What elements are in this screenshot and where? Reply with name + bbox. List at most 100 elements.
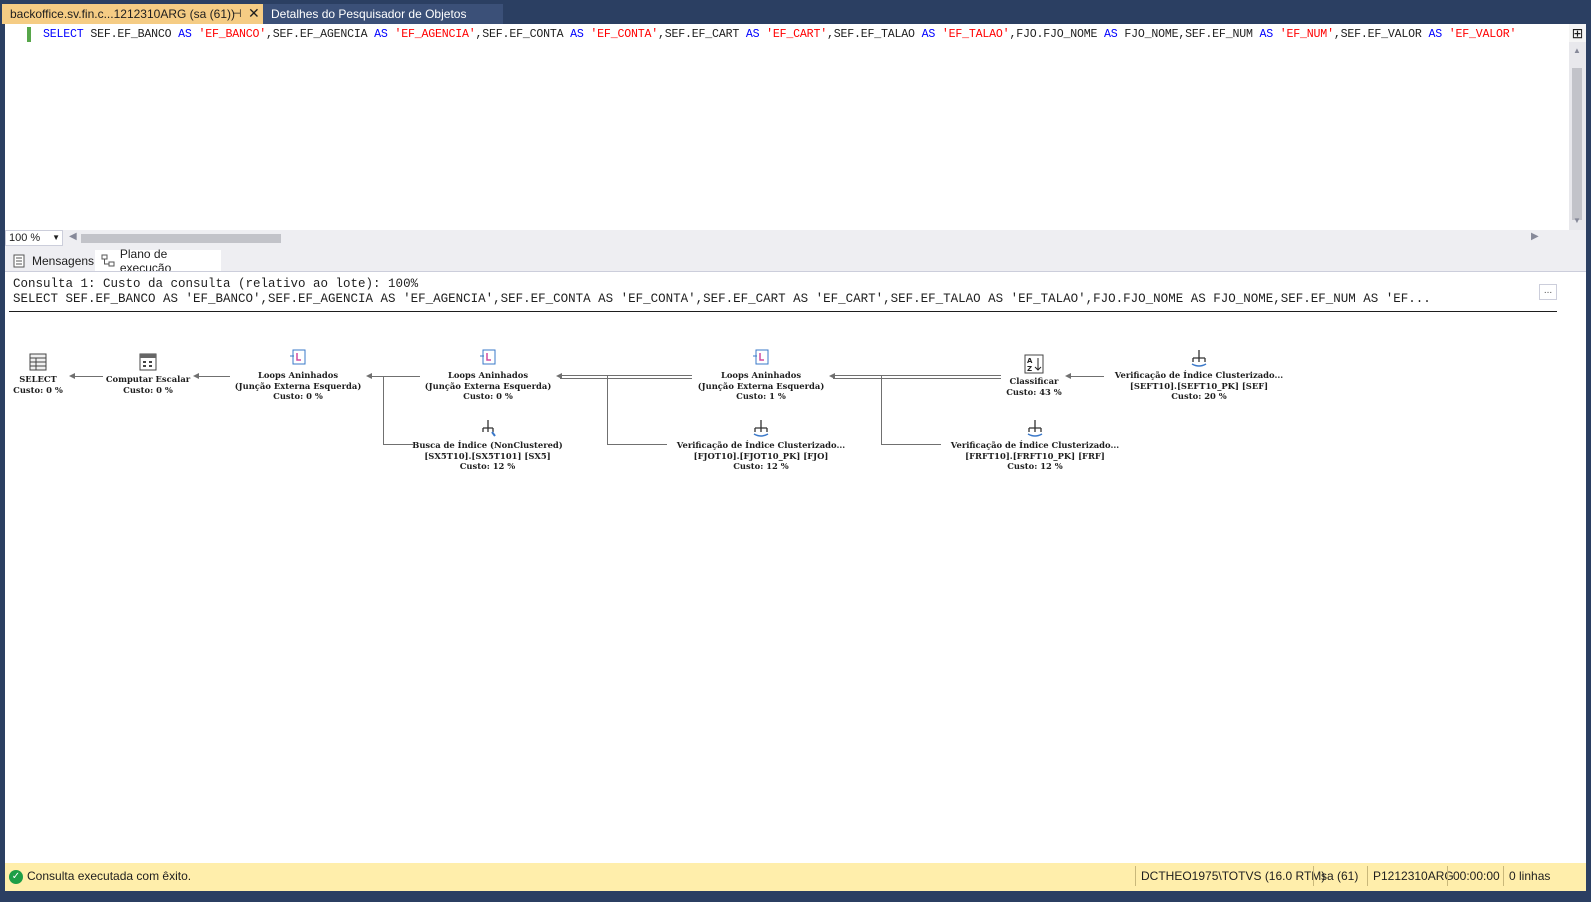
scroll-up-icon[interactable]: ▲ [1573, 46, 1581, 55]
plan-node-nested-loops-2[interactable]: Loops Aninhados (Junção Externa Esquerda… [420, 348, 556, 402]
node-cost: Custo: 43 % [1006, 386, 1062, 397]
plan-node-select[interactable]: SELECT Custo: 0 % [8, 352, 68, 395]
plan-edge [607, 444, 667, 445]
node-cost: Custo: 1 % [736, 391, 786, 401]
sql-token: AS [921, 28, 942, 41]
node-object: [FRFT10].[FRFT10_PK] [FRF] [965, 450, 1105, 461]
sql-token: 'EF_CONTA' [590, 28, 658, 41]
sql-token: 'EF_BANCO' [198, 28, 267, 41]
horizontal-scrollbar-thumb[interactable] [81, 234, 281, 243]
close-icon[interactable]: ✕ [248, 5, 260, 22]
arrow-icon [366, 373, 372, 379]
success-check-icon: ✓ [9, 870, 23, 884]
tab-object-explorer-details[interactable]: Detalhes do Pesquisador de Objetos [263, 4, 503, 24]
sort-icon: A Z [1024, 354, 1044, 374]
scroll-left-icon[interactable]: ◀ [69, 231, 77, 242]
sql-token: AS [745, 28, 767, 41]
plan-node-clustered-index-scan-sef[interactable]: Verificação de Índice Clusterizado... [S… [1105, 348, 1293, 402]
node-object: [FJOT10].[FJOT10_PK] [FJO] [693, 450, 829, 461]
sql-query-line[interactable]: SELECT SEF.EF_BANCO AS 'EF_BANCO',SEF.EF… [43, 27, 1516, 42]
status-bar: ✓ Consulta executada com êxito. DCTHEO19… [5, 863, 1586, 891]
nested-loops-icon [290, 349, 306, 365]
sql-token: 'EF_CART' [766, 28, 827, 41]
node-label: Loops Aninhados [447, 370, 529, 380]
plan-edge [833, 378, 1001, 379]
tab-query-editor[interactable]: backoffice.sv.fin.c...1212310ARG (sa (61… [2, 4, 263, 24]
status-divider [1503, 866, 1504, 886]
show-full-query-button[interactable]: ... [1539, 284, 1557, 300]
document-tab-strip: backoffice.sv.fin.c...1212310ARG (sa (61… [0, 0, 1591, 24]
tab-label: Mensagens [32, 253, 95, 268]
node-cost: Custo: 0 % [123, 384, 173, 395]
pin-icon[interactable]: ⊣ [232, 7, 242, 20]
select-icon [29, 353, 47, 371]
plan-node-nested-loops-3[interactable]: Loops Aninhados (Junção Externa Esquerda… [693, 348, 829, 402]
arrow-icon [69, 373, 75, 379]
sql-token: 'EF_TALAO' [941, 28, 1010, 41]
split-editor-icon[interactable]: ⊞ [1569, 24, 1586, 42]
status-divider [1313, 866, 1314, 886]
node-label: Computar Escalar [105, 374, 191, 384]
node-cost: Custo: 12 % [1007, 461, 1063, 471]
sql-token: ,SEF.EF_VALOR [1333, 28, 1429, 41]
query-cost-header: Consulta 1: Custo da consulta (relativo … [13, 277, 419, 291]
node-label: SELECT [19, 374, 57, 384]
tab-messages[interactable]: Mensagens [7, 250, 95, 271]
status-divider [1367, 866, 1368, 886]
status-elapsed: 00:00:00 [1453, 869, 1500, 883]
sql-token: AS [1104, 28, 1125, 41]
zoom-select[interactable]: 100 % ▼ [5, 230, 63, 246]
status-divider [1447, 866, 1448, 886]
node-sublabel: (Junção Externa Esquerda) [234, 380, 362, 391]
plan-edge [73, 376, 103, 377]
plan-edge [383, 376, 384, 444]
sql-token: AS [178, 28, 199, 41]
header-divider [9, 311, 1557, 312]
plan-node-clustered-index-scan-fjo[interactable]: Verificação de Índice Clusterizado... [F… [667, 418, 855, 472]
node-cost: Custo: 20 % [1171, 391, 1227, 401]
arrow-icon [829, 373, 835, 379]
sql-editor[interactable]: SELECT SEF.EF_BANCO AS 'EF_BANCO',SEF.EF… [5, 24, 1586, 230]
sql-token: ,SEF.EF_TALAO [826, 28, 922, 41]
node-label: Classificar [1009, 376, 1059, 386]
plan-edge [881, 444, 941, 445]
sql-token: 'EF_VALOR' [1448, 28, 1517, 41]
sql-token: ,FJO.FJO_NOME [1009, 28, 1105, 41]
scroll-right-icon[interactable]: ▶ [1531, 231, 1539, 242]
sql-token: AS [374, 28, 395, 41]
tab-execution-plan[interactable]: Plano de execução [95, 247, 221, 275]
sql-token: ,SEF.EF_AGENCIA [266, 28, 375, 41]
compute-scalar-icon [139, 353, 157, 371]
plan-edge [370, 376, 420, 377]
node-label: Busca de Índice (NonClustered) [412, 440, 563, 450]
plan-node-compute-scalar[interactable]: Computar Escalar Custo: 0 % [103, 352, 193, 395]
plan-node-sort[interactable]: A Z Classificar Custo: 43 % [1001, 354, 1067, 397]
arrow-icon [556, 373, 562, 379]
status-server: DCTHEO1975\TOTVS (16.0 RTM) [1141, 869, 1326, 883]
node-object: [SEFT10].[SEFT10_PK] [SEF] [1129, 380, 1269, 391]
node-label: Loops Aninhados [257, 370, 339, 380]
plan-node-clustered-index-scan-frf[interactable]: Verificação de Índice Clusterizado... [F… [941, 418, 1129, 472]
sql-token: ,SEF.EF_CART [658, 28, 746, 41]
clustered-index-scan-icon [1027, 420, 1043, 437]
execution-plan-panel[interactable]: Consulta 1: Custo da consulta (relativo … [5, 271, 1586, 863]
node-cost: Custo: 0 % [273, 391, 323, 401]
nested-loops-icon [753, 349, 769, 365]
plan-node-nested-loops-1[interactable]: Loops Aninhados (Junção Externa Esquerda… [230, 348, 366, 402]
arrow-icon [193, 373, 199, 379]
plan-edge [195, 376, 230, 377]
sql-token: ,SEF.EF_CONTA [475, 28, 571, 41]
plan-edge [1069, 376, 1104, 377]
plan-node-index-seek-sx5[interactable]: Busca de Índice (NonClustered) [SX5T10].… [405, 418, 570, 472]
node-label: Verificação de Índice Clusterizado... [950, 440, 1120, 450]
chevron-down-icon[interactable]: ▼ [52, 231, 60, 245]
scrollbar-thumb[interactable] [1572, 68, 1582, 220]
nested-loops-icon [480, 349, 496, 365]
plan-edge [560, 378, 692, 379]
plan-edge [881, 376, 882, 444]
editor-vertical-scrollbar[interactable]: ⊞ ▲ ▼ [1569, 24, 1586, 230]
scroll-down-icon[interactable]: ▼ [1573, 216, 1581, 225]
sql-token: AS [570, 28, 591, 41]
index-seek-icon [481, 420, 496, 437]
status-rows: 0 linhas [1509, 869, 1551, 883]
